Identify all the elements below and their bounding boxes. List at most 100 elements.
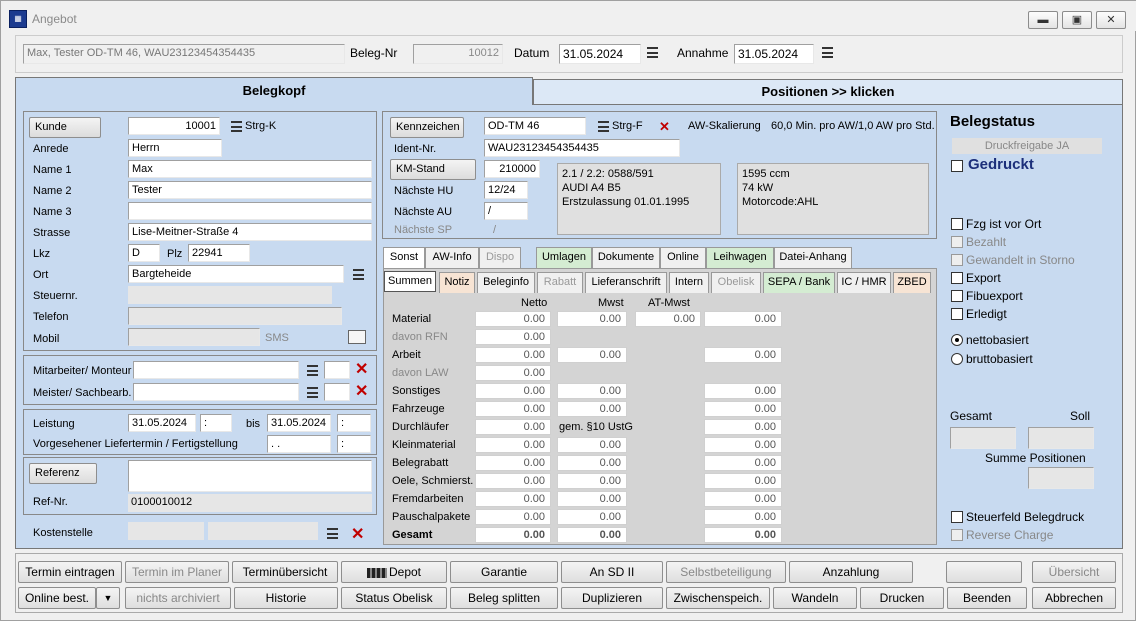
online-best-button[interactable]: Online best. (18, 587, 96, 609)
ort-menu-icon[interactable] (353, 269, 364, 280)
steuerfeld-checkbox[interactable] (951, 511, 963, 523)
abbrechen-button[interactable]: Abbrechen (1032, 587, 1116, 609)
nettobasiert-radio[interactable] (951, 334, 963, 346)
leistung-bis-field[interactable]: 31.05.2024 (267, 414, 331, 432)
termin-im-planer-button[interactable]: Termin im Planer (125, 561, 229, 583)
tab-beleginfo[interactable]: Beleginfo (477, 272, 535, 293)
ort-field[interactable]: Bargteheide (128, 265, 344, 283)
empty-button[interactable] (946, 561, 1022, 583)
minimize-button[interactable]: ▬ (1028, 11, 1058, 29)
status-obelisk-button[interactable]: Status Obelisk (341, 587, 447, 609)
wandeln-button[interactable]: Wandeln (773, 587, 857, 609)
tab-belegkopf[interactable]: Belegkopf (15, 77, 533, 105)
beleg-splitten-button[interactable]: Beleg splitten (450, 587, 558, 609)
tab-datei-anhang[interactable]: Datei-Anhang (774, 247, 852, 268)
gedruckt-checkbox[interactable] (951, 160, 963, 172)
liefertermin-time-field[interactable]: : (337, 435, 371, 453)
annahme-field[interactable]: 31.05.2024 (734, 44, 814, 64)
au-field[interactable]: / (484, 202, 528, 220)
leistung-bis-time-field[interactable]: : (337, 414, 371, 432)
meister-menu-icon[interactable] (307, 387, 318, 398)
lkz-field[interactable]: D (128, 244, 160, 262)
tab-aw-info[interactable]: AW-Info (425, 247, 479, 268)
strasse-field[interactable]: Lise-Meitner-Straße 4 (128, 223, 372, 241)
depot-button[interactable]: Depot (341, 561, 447, 583)
close-button[interactable]: ✕ (1096, 11, 1126, 29)
tab-obelisk[interactable]: Obelisk (711, 272, 761, 293)
kostenstelle-menu-icon[interactable] (327, 528, 338, 539)
referenz-button[interactable]: Referenz (29, 463, 97, 484)
kennzeichen-field[interactable]: OD-TM 46 (484, 117, 586, 135)
referenz-field[interactable] (128, 460, 372, 492)
tab-sepa-bank[interactable]: SEPA / Bank (763, 272, 835, 293)
meister-clear-icon[interactable]: ✕ (355, 384, 368, 400)
storno-checkbox[interactable] (951, 254, 963, 266)
tab-rabatt[interactable]: Rabatt (537, 272, 583, 293)
tab-lieferanschrift[interactable]: Lieferanschrift (585, 272, 667, 293)
anrede-field[interactable]: Herrn (128, 139, 222, 157)
ident-field[interactable]: WAU23123454354435 (484, 139, 680, 157)
historie-button[interactable]: Historie (234, 587, 338, 609)
monteur-code-field[interactable] (324, 361, 350, 379)
kennzeichen-menu-icon[interactable] (598, 121, 609, 132)
km-stand-field[interactable]: 210000 (484, 160, 540, 178)
name2-field[interactable]: Tester (128, 181, 372, 199)
erledigt-checkbox[interactable] (951, 308, 963, 320)
bezahlt-checkbox[interactable] (951, 236, 963, 248)
beenden-button[interactable]: Beenden (947, 587, 1027, 609)
archiv-button[interactable]: nichts archiviert (125, 587, 231, 609)
leistung-von-time-field[interactable]: : (200, 414, 232, 432)
tab-positionen[interactable]: Positionen >> klicken (533, 79, 1123, 105)
tab-summen[interactable]: Summen (384, 271, 436, 292)
monteur-field[interactable] (133, 361, 299, 379)
garantie-button[interactable]: Garantie (450, 561, 558, 583)
tab-zbed[interactable]: ZBED (893, 272, 931, 293)
kennzeichen-button[interactable]: Kennzeichen (390, 117, 464, 138)
datum-field[interactable]: 31.05.2024 (559, 44, 641, 64)
plz-field[interactable]: 22941 (188, 244, 250, 262)
tab-sonst[interactable]: Sonst (383, 247, 425, 268)
export-checkbox[interactable] (951, 272, 963, 284)
sms-envelope-icon[interactable] (348, 330, 366, 344)
tab-dokumente[interactable]: Dokumente (592, 247, 660, 268)
kostenstelle-clear-icon[interactable]: ✕ (351, 527, 364, 543)
selbstbeteiligung-button[interactable]: Selbstbeteiligung (666, 561, 786, 583)
meister-code-field[interactable] (324, 383, 350, 401)
tab-notiz[interactable]: Notiz (439, 272, 475, 293)
terminuebersicht-button[interactable]: Terminübersicht (232, 561, 338, 583)
zwischenspeichern-button[interactable]: Zwischenspeich. (666, 587, 770, 609)
kennzeichen-clear-icon[interactable]: ✕ (659, 120, 670, 134)
duplizieren-button[interactable]: Duplizieren (561, 587, 663, 609)
tab-dispo[interactable]: Dispo (479, 247, 521, 268)
an-sd-ii-button[interactable]: An SD II (561, 561, 663, 583)
name1-field[interactable]: Max (128, 160, 372, 178)
bruttobasiert-radio[interactable] (951, 353, 963, 365)
annahme-menu-icon[interactable] (822, 47, 833, 58)
fzg-vor-ort-checkbox[interactable] (951, 218, 963, 230)
tab-intern[interactable]: Intern (669, 272, 709, 293)
termin-eintragen-button[interactable]: Termin eintragen (18, 561, 122, 583)
hu-field[interactable]: 12/24 (484, 181, 528, 199)
tab-online[interactable]: Online (660, 247, 706, 268)
kunde-nr-field[interactable]: 10001 (128, 117, 220, 135)
km-stand-button[interactable]: KM-Stand (390, 159, 476, 180)
tab-leihwagen[interactable]: Leihwagen (706, 247, 774, 268)
leistung-von-field[interactable]: 31.05.2024 (128, 414, 196, 432)
tab-umlagen[interactable]: Umlagen (536, 247, 592, 268)
kunde-button[interactable]: Kunde (29, 117, 101, 138)
monteur-menu-icon[interactable] (307, 365, 318, 376)
online-best-dropdown-icon[interactable]: ▼ (96, 587, 120, 609)
anzahlung-button[interactable]: Anzahlung (789, 561, 913, 583)
monteur-clear-icon[interactable]: ✕ (355, 362, 368, 378)
liefertermin-date-field[interactable]: . . (267, 435, 331, 453)
meister-field[interactable] (133, 383, 299, 401)
maximize-button[interactable]: ▣ (1062, 11, 1092, 29)
fibuexport-checkbox[interactable] (951, 290, 963, 302)
drucken-button[interactable]: Drucken (860, 587, 944, 609)
reverse-charge-checkbox[interactable] (951, 529, 963, 541)
tab-ic-hmr[interactable]: IC / HMR (837, 272, 891, 293)
uebersicht-button[interactable]: Übersicht (1032, 561, 1116, 583)
name3-field[interactable] (128, 202, 372, 220)
datum-menu-icon[interactable] (647, 47, 658, 58)
kunde-menu-icon[interactable] (231, 121, 242, 132)
